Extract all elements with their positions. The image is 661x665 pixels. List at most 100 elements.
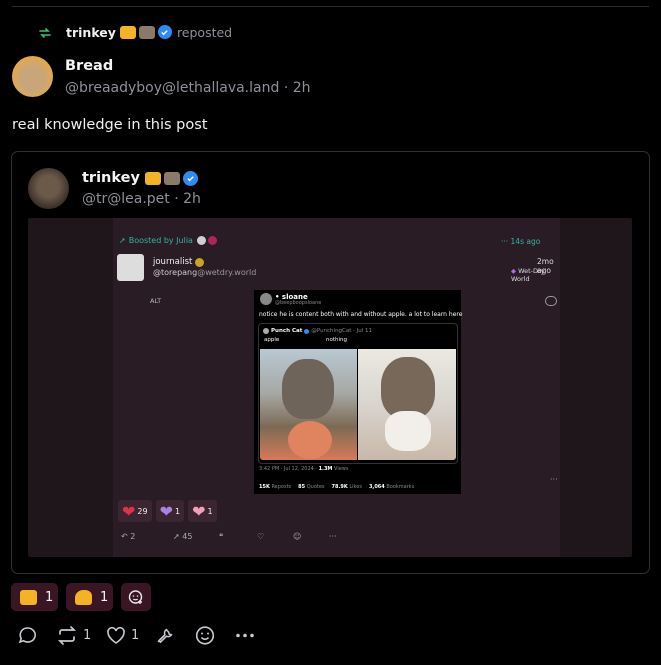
stat-num: 85 xyxy=(298,484,306,490)
tweet-quote-card: Punch Cat @PunchingCat · Jul 11 apple no… xyxy=(258,323,458,464)
embed-boost: ➚ 45 xyxy=(173,532,193,541)
heart-icon xyxy=(107,626,125,644)
separator: · xyxy=(283,80,289,96)
quote-author: Punch Cat @PunchingCat · Jul 11 xyxy=(263,328,372,334)
post-time[interactable]: 2h xyxy=(293,80,311,96)
quote-name: Punch Cat xyxy=(271,328,303,334)
stat-num: 3,064 xyxy=(368,484,385,490)
boost-label: Boosted by Julia xyxy=(128,236,193,245)
reply-icon xyxy=(18,627,36,644)
crown-emoji-icon xyxy=(144,171,161,185)
quote-avatar xyxy=(263,328,269,334)
views-count: 1.3M xyxy=(318,466,333,472)
verified-icon xyxy=(182,170,198,186)
repost-label: reposted xyxy=(176,24,233,40)
purple-heart-icon: ❤ xyxy=(159,501,173,521)
embed-emoji-icon: ☺ xyxy=(293,532,302,541)
embed-author-name: journalist xyxy=(153,257,205,267)
repost-username[interactable]: trinkey xyxy=(66,25,116,40)
stat-label: Bookmarks xyxy=(386,484,415,490)
stat-reposts: 15K Reposts xyxy=(259,484,291,490)
reaction-heart-purple: ❤ 1 xyxy=(155,500,185,522)
crown-emoji-icon xyxy=(119,25,136,39)
reaction-crown[interactable]: 1 xyxy=(11,583,58,611)
stat-label: Likes xyxy=(349,484,362,490)
repost-button[interactable]: 1 xyxy=(56,625,91,646)
quote-handle: @PunchingCat · Jul 11 xyxy=(311,328,373,334)
post-image[interactable]: ➚ Boosted by Julia ··· 14s ago journalis… xyxy=(28,218,632,557)
stat-label: Quotes xyxy=(306,484,325,490)
cat-emoji-icon xyxy=(138,25,155,39)
add-reaction-button[interactable] xyxy=(121,583,151,611)
post-text: real knowledge in this post xyxy=(12,117,208,133)
cat-chest xyxy=(385,411,431,451)
tools-button[interactable] xyxy=(154,625,176,646)
reaction-count: 1 xyxy=(45,589,54,605)
more-button[interactable] xyxy=(234,625,256,646)
rocket-icon: ➚ xyxy=(119,236,126,245)
server-name: Wet-Dry World xyxy=(511,267,545,283)
wrench-icon xyxy=(157,628,173,643)
reaction-heart-red: ❤ 29 xyxy=(118,500,152,522)
boost-header: ➚ Boosted by Julia xyxy=(119,236,217,245)
verified-icon xyxy=(196,236,206,245)
embed-handle: @torepang xyxy=(153,268,198,277)
reaction-bread[interactable]: 1 xyxy=(66,583,113,611)
cat-photo-with-apple xyxy=(260,349,357,460)
repost-icon xyxy=(38,25,52,44)
quoted-avatar[interactable] xyxy=(28,168,69,209)
stat-likes: 78.9K Likes xyxy=(332,484,362,490)
tweet-screenshot: • sloane @beepboopsloane notice he is co… xyxy=(254,290,463,494)
reply-button[interactable] xyxy=(17,625,38,646)
add-reaction-icon xyxy=(128,590,143,604)
more-icon: ··· xyxy=(550,475,558,484)
apple xyxy=(288,421,332,459)
stat-label: Reposts xyxy=(271,484,292,490)
flex-emoji-icon xyxy=(75,589,92,605)
crown-emoji-icon xyxy=(20,589,37,605)
views-label: Views xyxy=(332,466,349,472)
avatar[interactable] xyxy=(12,56,53,97)
tweet-text: notice he is content both with and witho… xyxy=(259,311,463,318)
quoted-author-handle[interactable]: @tr@lea.pet · 2h xyxy=(82,191,201,207)
stat-quotes: 85 Quotes xyxy=(298,484,324,490)
badge-icon xyxy=(207,236,217,245)
hide-icon xyxy=(545,296,557,306)
quoted-post-time[interactable]: 2h xyxy=(183,191,201,207)
separator: · xyxy=(174,191,179,207)
like-button[interactable]: 1 xyxy=(105,625,139,646)
embedded-screenshot: ➚ Boosted by Julia ··· 14s ago journalis… xyxy=(113,218,560,557)
embed-more-icon: ··· xyxy=(329,532,337,541)
quoted-header: trinkey xyxy=(82,170,198,186)
label-left: apple xyxy=(264,337,280,343)
embed-author-server: ◆ Wet-Dry World xyxy=(511,267,560,283)
tweet-stats: 15K Reposts 85 Quotes 78.9K Likes 3,064 … xyxy=(259,484,414,490)
embed-instance: @wetdry.world xyxy=(197,268,257,277)
stat-bookmarks: 3,064 Bookmarks xyxy=(369,484,414,490)
repost-icon xyxy=(57,626,77,645)
embed-author-name-text: journalist xyxy=(153,257,193,267)
verified-icon xyxy=(304,328,310,334)
embed-reply-count: 2 xyxy=(130,532,136,541)
embed-reply: ↶ 2 xyxy=(121,532,136,541)
red-heart-icon: ❤ xyxy=(122,501,136,521)
reaction-count: 1 xyxy=(100,589,109,605)
emoji-icon xyxy=(195,257,205,267)
repost-count: 1 xyxy=(83,628,92,643)
quoted-author-name[interactable]: trinkey xyxy=(82,170,140,186)
post-author-name[interactable]: Bread xyxy=(65,58,113,74)
tweet-timestamp: 3:42 PM · Jul 12, 2024 · 1.3M Views xyxy=(259,466,348,472)
tweet-avatar xyxy=(260,293,272,305)
quoted-handle-text: @tr@lea.pet xyxy=(82,191,170,207)
server-icon: ◆ xyxy=(511,267,516,275)
embed-quote-icon: ❝ xyxy=(219,532,224,541)
post-author-handle[interactable]: @breaadyboy@lethallava.land · 2h xyxy=(65,80,311,96)
reaction-count: 29 xyxy=(137,506,148,516)
embed-reactions: ❤ 29 ❤ 1 ❤ 1 xyxy=(118,500,217,522)
cat-head xyxy=(381,357,435,419)
repost-header: trinkey reposted xyxy=(52,22,232,42)
emoji-react-button[interactable] xyxy=(194,625,216,646)
smiley-icon xyxy=(195,626,215,645)
reaction-count: 1 xyxy=(207,506,213,516)
handle-text: @breaadyboy@lethallava.land xyxy=(65,80,280,96)
